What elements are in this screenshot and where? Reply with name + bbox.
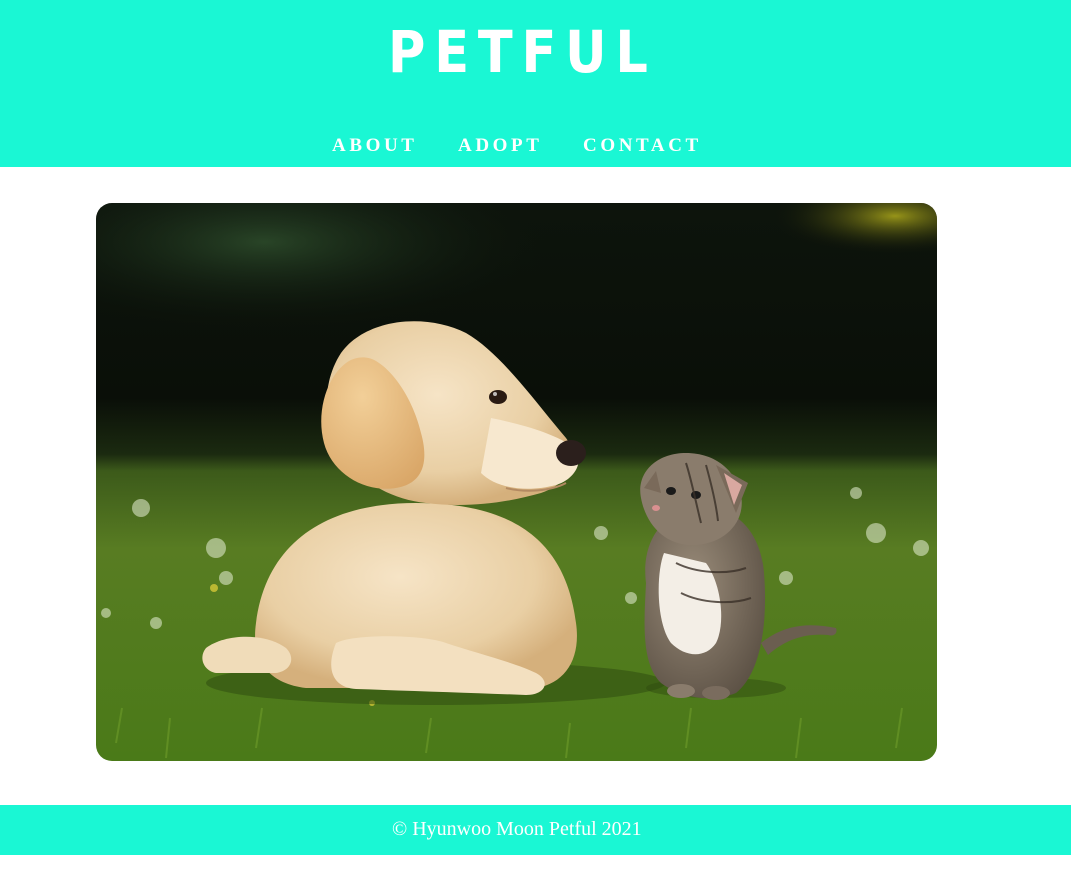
hero-image (96, 203, 937, 761)
nav-link-about[interactable]: ABOUT (332, 133, 418, 159)
puppy-and-kitten-illustration (96, 203, 937, 761)
footer-copyright: © Hyunwoo Moon Petful 2021 (392, 818, 642, 840)
main-nav: ABOUT ADOPT CONTACT (0, 133, 1071, 159)
site-header: PETFUL ABOUT ADOPT CONTACT (0, 0, 1071, 167)
nav-link-adopt[interactable]: ADOPT (458, 133, 543, 159)
nav-link-contact[interactable]: CONTACT (583, 133, 702, 159)
site-logo[interactable]: PETFUL (388, 22, 657, 82)
site-footer: © Hyunwoo Moon Petful 2021 (0, 805, 1071, 855)
